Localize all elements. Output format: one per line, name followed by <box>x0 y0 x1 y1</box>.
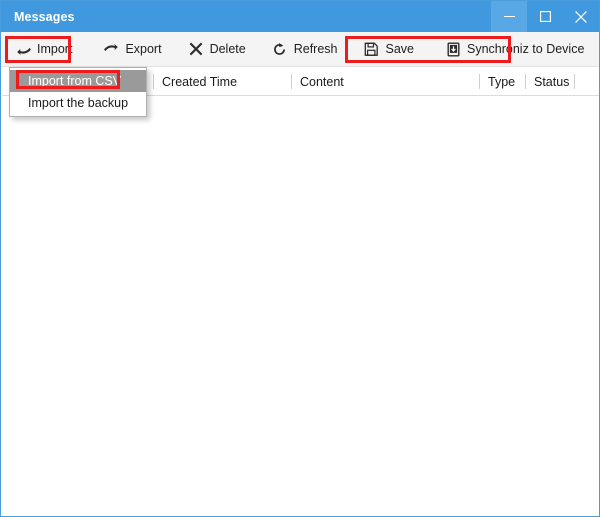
menu-item-import-from-csv-label: Import from CSV <box>28 74 121 88</box>
menu-item-import-from-csv[interactable]: Import from CSV <box>10 70 146 92</box>
refresh-button-label: Refresh <box>294 43 338 56</box>
refresh-circular-arrow-icon <box>272 41 288 57</box>
save-button[interactable]: Save <box>355 36 424 62</box>
import-dropdown-menu: Import from CSV Import the backup <box>9 67 147 117</box>
menu-item-import-the-backup-label: Import the backup <box>28 96 128 110</box>
column-header-created-time[interactable]: Created Time <box>153 68 237 95</box>
device-sync-down-icon <box>445 41 461 57</box>
column-separator[interactable] <box>574 74 575 89</box>
maximize-button[interactable] <box>527 1 563 32</box>
column-header-status[interactable]: Status <box>525 68 569 95</box>
save-button-label: Save <box>386 43 415 56</box>
messages-window: Messages <box>0 0 600 517</box>
column-header-type-label: Type <box>479 75 515 89</box>
export-button-label: Export <box>125 43 161 56</box>
window-controls <box>491 1 599 32</box>
column-header-content[interactable]: Content <box>291 68 344 95</box>
minimize-button[interactable] <box>491 1 527 32</box>
column-header-created-time-label: Created Time <box>153 75 237 89</box>
title-bar[interactable]: Messages <box>1 1 599 32</box>
import-button-label: Import <box>37 43 72 56</box>
column-header-type[interactable]: Type <box>479 68 515 95</box>
refresh-button[interactable]: Refresh <box>263 36 347 62</box>
close-button[interactable] <box>563 1 599 32</box>
window-title: Messages <box>14 10 75 24</box>
import-button[interactable]: Import <box>9 36 82 62</box>
column-header-content-label: Content <box>291 75 344 89</box>
delete-button[interactable]: Delete <box>179 36 255 62</box>
column-header-status-label: Status <box>525 75 569 89</box>
close-x-icon <box>188 41 204 57</box>
floppy-disk-icon <box>364 41 380 57</box>
export-arrow-up-icon <box>103 41 119 57</box>
message-list-area[interactable] <box>2 96 599 516</box>
import-arrow-down-icon <box>15 41 31 57</box>
menu-item-import-the-backup[interactable]: Import the backup <box>10 92 146 114</box>
sync-to-device-button[interactable]: Synchroniz to Device <box>439 36 592 62</box>
delete-button-label: Delete <box>210 43 246 56</box>
toolbar: Import Export Delete <box>1 32 599 67</box>
export-button[interactable]: Export <box>94 36 170 62</box>
sync-to-device-button-label: Synchroniz to Device <box>467 43 584 56</box>
